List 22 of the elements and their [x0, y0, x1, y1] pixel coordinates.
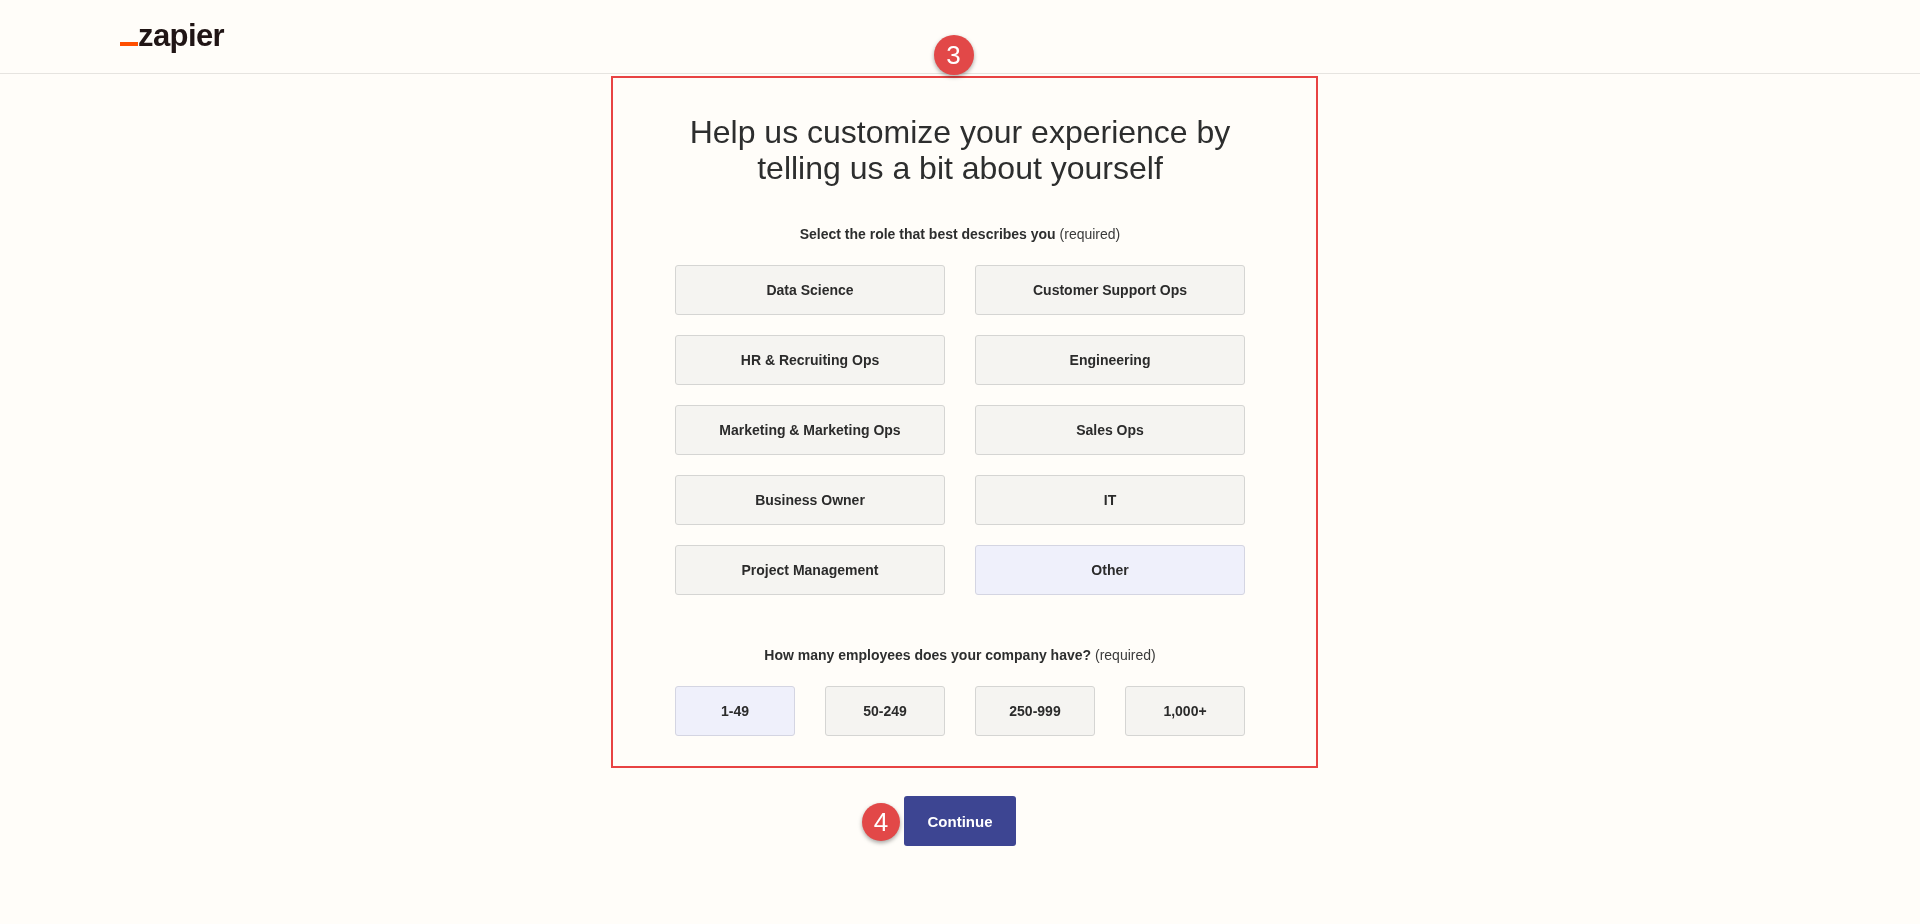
option-button[interactable]: 50-249: [825, 686, 945, 736]
option-button[interactable]: 1,000+: [1125, 686, 1245, 736]
employee-question: How many employees does your company have? (required): [764, 646, 1156, 665]
step-marker: 4: [862, 803, 900, 841]
option-button[interactable]: 1-49: [675, 686, 795, 736]
option-button[interactable]: IT: [975, 475, 1245, 525]
option-button[interactable]: Sales Ops: [975, 405, 1245, 455]
logo-wordmark: zapier: [138, 19, 224, 51]
option-button[interactable]: Project Management: [675, 545, 945, 595]
page-heading: Help us customize your experience by telling us a bit about yourself: [688, 114, 1232, 186]
option-button[interactable]: Marketing & Marketing Ops: [675, 405, 945, 455]
option-button[interactable]: HR & Recruiting Ops: [675, 335, 945, 385]
dash-icon: [120, 41, 138, 46]
option-button[interactable]: Data Science: [675, 265, 945, 315]
option-button[interactable]: Engineering: [975, 335, 1245, 385]
option-button[interactable]: Business Owner: [675, 475, 945, 525]
continue-button[interactable]: Continue: [904, 796, 1016, 846]
option-button[interactable]: 250-999: [975, 686, 1095, 736]
step-marker: 3: [933, 35, 974, 75]
role-question: Select the role that best describes you (required): [799, 225, 1121, 244]
option-button[interactable]: Customer Support Ops: [975, 265, 1245, 315]
option-button[interactable]: Other: [975, 545, 1245, 595]
